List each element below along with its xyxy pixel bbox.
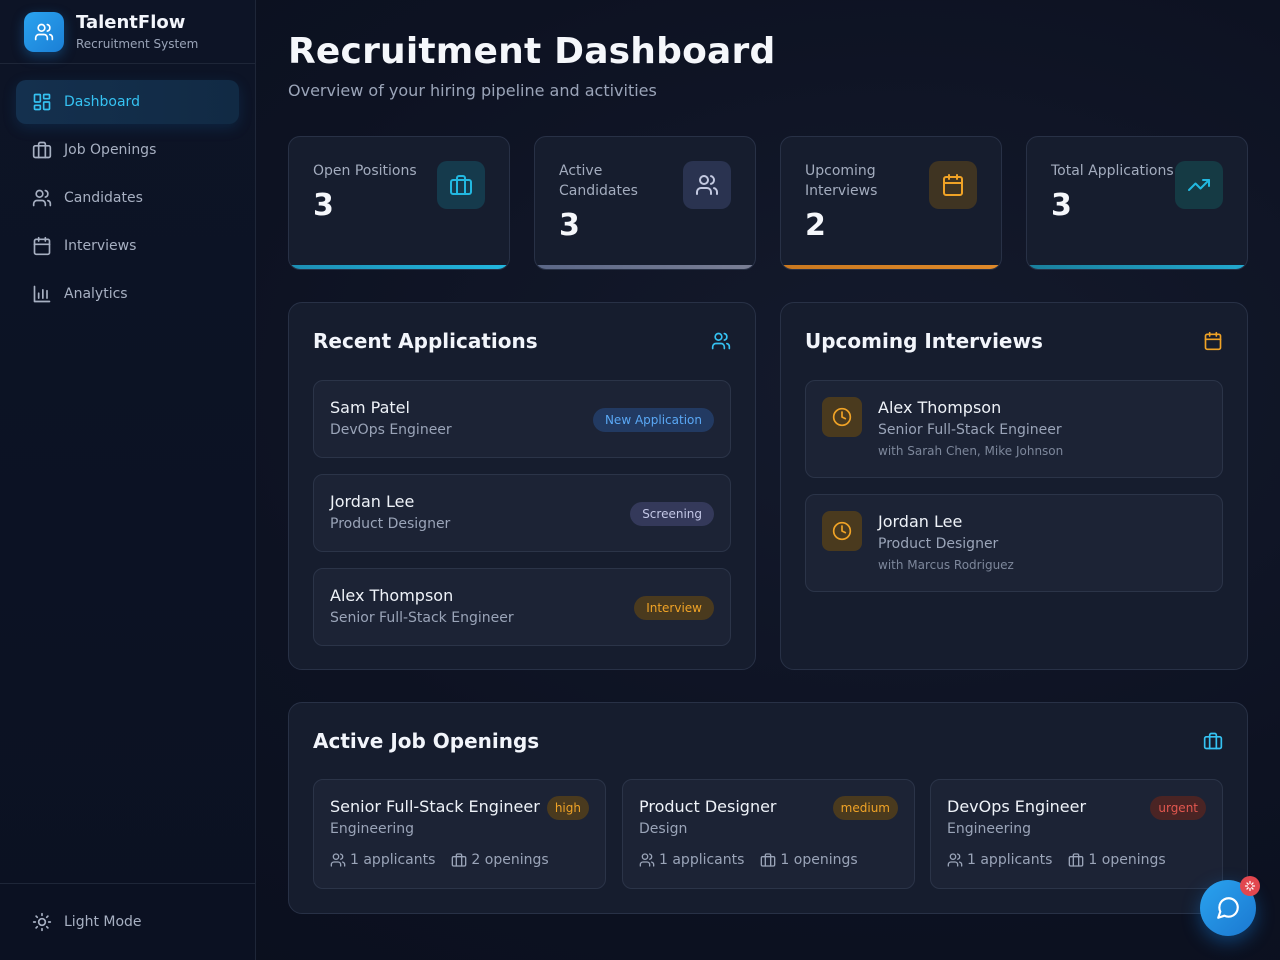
page-subtitle: Overview of your hiring pipeline and act… [288, 81, 657, 100]
calendar-icon [32, 236, 52, 256]
job-department: Engineering [330, 821, 414, 837]
interview-card[interactable]: Alex Thompson Senior Full-Stack Engineer… [805, 380, 1223, 478]
recent-applications-panel: Recent Applications Sam Patel DevOps Eng… [288, 302, 756, 670]
sun-icon [32, 912, 52, 932]
status-badge: Screening [630, 502, 714, 526]
sidebar: TalentFlow Recruitment System Dashboard … [0, 0, 256, 960]
users-icon [32, 188, 52, 208]
brand-subtitle: Recruitment System [76, 36, 199, 51]
job-card[interactable]: DevOps Engineer Engineering urgent 1 app… [930, 779, 1223, 889]
sidebar-item-label: Dashboard [64, 94, 140, 110]
stat-card-upcoming-interviews[interactable]: Upcoming Interviews 2 [780, 136, 1002, 270]
briefcase-icon [32, 140, 52, 160]
bar-chart-icon [32, 284, 52, 304]
users-icon [24, 11, 64, 52]
page-title: Recruitment Dashboard [288, 31, 776, 72]
application-card[interactable]: Jordan Lee Product Designer Screening [313, 474, 731, 552]
sidebar-item-label: Interviews [64, 238, 137, 254]
briefcase-icon [437, 161, 485, 209]
main-content: Recruitment Dashboard Overview of your h… [288, 0, 1248, 914]
chat-icon [1217, 897, 1239, 919]
status-badge: Interview [634, 596, 714, 620]
openings-count: 1 openings [760, 852, 858, 868]
priority-badge: urgent [1150, 796, 1206, 820]
sidebar-item-dashboard[interactable]: Dashboard [16, 80, 239, 124]
upcoming-interviews-panel: Upcoming Interviews Alex Thompson Senior… [780, 302, 1248, 670]
openings-count: 1 openings [1068, 852, 1166, 868]
stat-accent-bar [781, 265, 1001, 269]
stat-card-open-positions[interactable]: Open Positions 3 [288, 136, 510, 270]
job-meta: 1 applicants 2 openings [330, 852, 565, 868]
priority-badge: medium [832, 796, 898, 820]
briefcase-icon [1203, 731, 1223, 751]
brand-name: TalentFlow [76, 11, 186, 33]
stat-card-total-applications[interactable]: Total Applications 3 [1026, 136, 1248, 270]
briefcase-icon [452, 853, 467, 867]
stat-accent-bar [1027, 265, 1247, 269]
job-meta: 1 applicants 1 openings [639, 852, 874, 868]
job-meta: 1 applicants 1 openings [947, 852, 1182, 868]
status-badge: New Application [592, 408, 714, 432]
briefcase-icon [1069, 853, 1084, 867]
calendar-icon [929, 161, 977, 209]
candidate-role: Product Designer [878, 536, 999, 552]
stat-value: 2 [805, 208, 826, 243]
sparkle-icon [1240, 876, 1260, 896]
briefcase-icon [761, 853, 776, 867]
sidebar-item-label: Analytics [64, 286, 128, 302]
theme-toggle-label: Light Mode [64, 914, 142, 930]
trending-up-icon [1175, 161, 1223, 209]
job-department: Engineering [947, 821, 1031, 837]
candidate-name: Jordan Lee [878, 512, 963, 531]
panel-title: Active Job Openings [313, 729, 540, 753]
applicants-count: 1 applicants [639, 852, 744, 868]
stat-accent-bar [535, 265, 755, 269]
panel-title: Upcoming Interviews [805, 329, 1043, 353]
sidebar-item-analytics[interactable]: Analytics [16, 272, 239, 316]
stats-row: Open Positions 3 Active Candidates 3 Upc… [288, 136, 1248, 270]
job-card[interactable]: Senior Full-Stack Engineer Engineering h… [313, 779, 606, 889]
interviewers: with Sarah Chen, Mike Johnson [878, 444, 1064, 458]
users-icon [947, 853, 963, 867]
brand: TalentFlow Recruitment System [0, 0, 255, 64]
clock-icon [822, 511, 862, 551]
users-icon [683, 161, 731, 209]
stat-accent-bar [289, 265, 509, 269]
clock-icon [822, 397, 862, 437]
applicants-count: 1 applicants [330, 852, 435, 868]
interviewers: with Marcus Rodriguez [878, 558, 1014, 572]
application-card[interactable]: Sam Patel DevOps Engineer New Applicatio… [313, 380, 731, 458]
sidebar-footer: Light Mode [0, 883, 255, 960]
sidebar-nav: Dashboard Job Openings Candidates Interv… [0, 64, 255, 336]
application-card[interactable]: Alex Thompson Senior Full-Stack Engineer… [313, 568, 731, 646]
dashboard-icon [32, 92, 52, 112]
stat-card-active-candidates[interactable]: Active Candidates 3 [534, 136, 756, 270]
job-openings-panel: Active Job Openings Senior Full-Stack En… [288, 702, 1248, 914]
sidebar-item-label: Job Openings [64, 142, 157, 158]
sidebar-item-candidates[interactable]: Candidates [16, 176, 239, 220]
openings-count: 2 openings [451, 852, 549, 868]
sidebar-item-label: Candidates [64, 190, 143, 206]
calendar-icon [1203, 331, 1223, 351]
applicants-count: 1 applicants [947, 852, 1052, 868]
users-icon [711, 331, 731, 351]
stat-label: Total Applications [1051, 163, 1174, 179]
users-icon [330, 853, 346, 867]
sidebar-item-job-openings[interactable]: Job Openings [16, 128, 239, 172]
stat-value: 3 [559, 208, 580, 243]
job-department: Design [639, 821, 688, 837]
candidate-role: Senior Full-Stack Engineer [878, 422, 1062, 438]
users-icon [639, 853, 655, 867]
sidebar-item-interviews[interactable]: Interviews [16, 224, 239, 268]
theme-toggle-button[interactable]: Light Mode [16, 900, 239, 944]
stat-label: Open Positions [313, 163, 417, 179]
job-card[interactable]: Product Designer Design medium 1 applica… [622, 779, 915, 889]
panel-title: Recent Applications [313, 329, 538, 353]
interview-card[interactable]: Jordan Lee Product Designer with Marcus … [805, 494, 1223, 592]
priority-badge: high [546, 796, 589, 820]
candidate-name: Alex Thompson [878, 398, 1002, 417]
stat-label: Active Candidates [559, 163, 638, 199]
stat-label: Upcoming Interviews [805, 163, 878, 199]
